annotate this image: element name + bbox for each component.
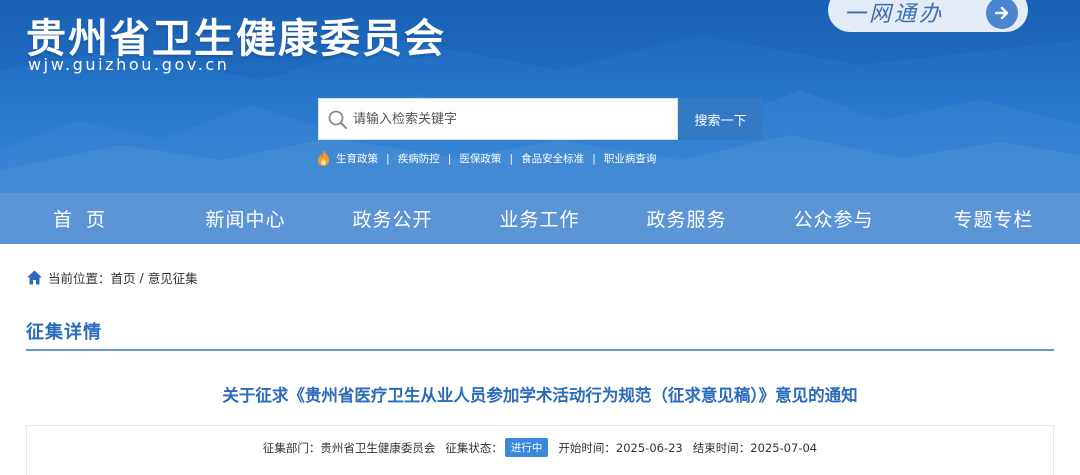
meta-department: 征集部门： 贵州省卫生健康委员会 xyxy=(263,440,436,456)
meta-end-value: 2025-07-04 xyxy=(750,440,818,455)
meta-start-time: 开始时间： 2025-06-23 xyxy=(558,440,682,456)
breadcrumb: 当前位置： 首页 / 意见征集 xyxy=(26,267,198,287)
meta-end-time: 结束时间： 2025-07-04 xyxy=(693,440,817,456)
section-divider xyxy=(26,349,1054,351)
hot-link-separator: | xyxy=(447,151,452,165)
nav-item-home[interactable]: 首页 xyxy=(0,193,172,244)
meta-start-label: 开始时间： xyxy=(558,440,616,455)
hot-link-birth-policy[interactable]: 生育政策 xyxy=(336,151,378,166)
hot-link-separator: | xyxy=(509,151,514,165)
nav-item-business-work[interactable]: 业务工作 xyxy=(466,193,613,244)
nav-item-special-topics[interactable]: 专题专栏 xyxy=(907,193,1080,244)
search-button[interactable]: 搜索一下 xyxy=(678,98,763,140)
section-title: 征集详情 xyxy=(26,322,102,343)
meta-status-label: 征集状态： xyxy=(445,440,503,455)
search-icon xyxy=(328,110,347,129)
breadcrumb-separator: / xyxy=(135,269,148,285)
breadcrumb-current[interactable]: 意见征集 xyxy=(148,268,198,287)
article-meta: 征集部门： 贵州省卫生健康委员会 征集状态： 进行中 开始时间： 2025-06… xyxy=(0,438,1080,457)
search-input[interactable] xyxy=(353,99,673,139)
status-badge: 进行中 xyxy=(504,438,549,457)
meta-department-value: 贵州省卫生健康委员会 xyxy=(320,440,436,455)
nav-item-government-services[interactable]: 政务服务 xyxy=(613,193,760,244)
search-box xyxy=(318,98,678,140)
site-domain: wjw.guizhou.gov.cn xyxy=(28,55,230,74)
nav-item-news[interactable]: 新闻中心 xyxy=(172,193,319,244)
meta-end-label: 结束时间： xyxy=(692,440,751,455)
one-network-label: 一网通办 xyxy=(844,2,945,27)
meta-start-value: 2025-06-23 xyxy=(615,440,683,455)
hot-link-separator: | xyxy=(592,151,596,165)
flame-icon xyxy=(318,150,329,166)
hot-links: 生育政策 | 疾病防控 | 医保政策 | 食品安全标准 | 职业病查询 xyxy=(316,148,656,168)
meta-department-label: 征集部门： xyxy=(262,440,321,455)
hot-link-disease-control[interactable]: 疾病防控 xyxy=(398,151,440,166)
arrow-right-icon xyxy=(986,0,1018,29)
header-banner: 贵州省卫生健康委员会 wjw.guizhou.gov.cn 一网通办 搜索一下 … xyxy=(0,0,1080,193)
meta-status: 征集状态： 进行中 xyxy=(445,438,549,457)
breadcrumb-home-link[interactable]: 首页 xyxy=(111,268,136,287)
home-icon xyxy=(27,270,42,284)
nav-item-public-participation[interactable]: 公众参与 xyxy=(760,193,907,244)
one-network-service-button[interactable]: 一网通办 xyxy=(828,0,1028,32)
breadcrumb-prefix: 当前位置： xyxy=(48,270,111,286)
hot-link-occupational-disease[interactable]: 职业病查询 xyxy=(604,151,657,166)
nav-item-government-affairs[interactable]: 政务公开 xyxy=(319,193,466,244)
main-nav: 首页 新闻中心 政务公开 业务工作 政务服务 公众参与 专题专栏 xyxy=(0,193,1080,244)
hot-link-medical-insurance[interactable]: 医保政策 xyxy=(459,151,501,166)
hot-link-food-safety[interactable]: 食品安全标准 xyxy=(521,151,584,166)
article-title: 关于征求《贵州省医疗卫生从业人员参加学术活动行为规范（征求意见稿）》意见的通知 xyxy=(222,386,858,405)
hot-link-separator: | xyxy=(386,151,390,165)
